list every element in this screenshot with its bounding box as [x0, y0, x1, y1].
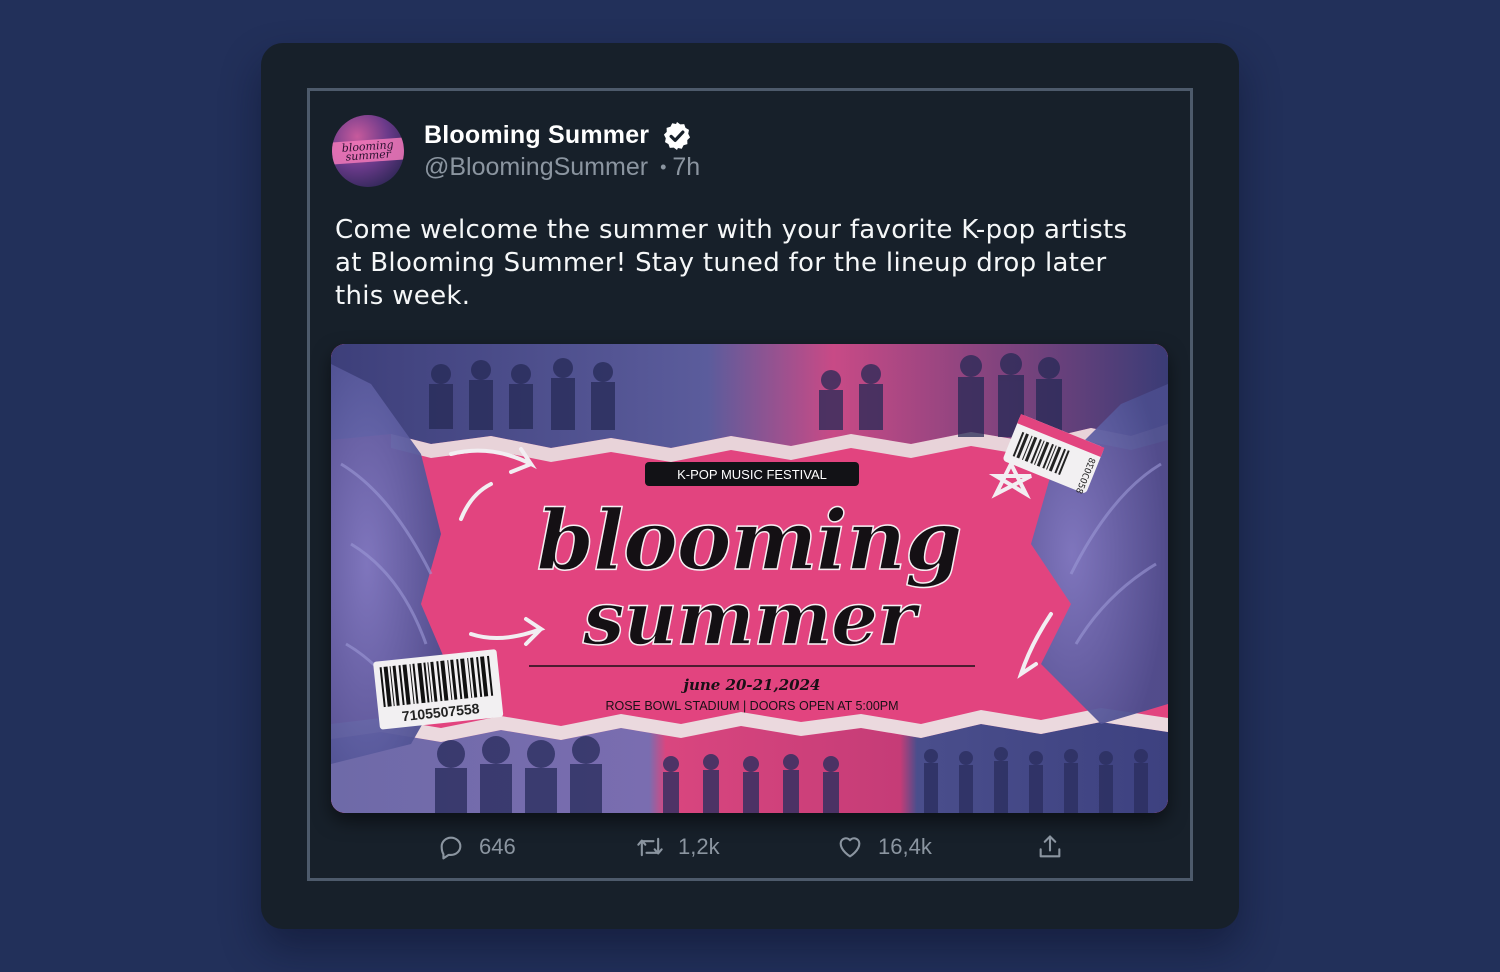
tweet-frame: blooming summer Blooming Summer @Bloomin…	[307, 88, 1193, 881]
tweet-actions: 646 1,2k 16,4k	[310, 829, 1190, 865]
verified-badge-icon	[664, 121, 691, 150]
avatar[interactable]: blooming summer	[332, 115, 404, 187]
separator-dot: •	[660, 156, 667, 177]
poster-title-line1: blooming	[537, 493, 962, 589]
tweet-image[interactable]: 8ΣOCO58 7105507558 K-POP MUSIC FESTIVAL …	[331, 344, 1168, 813]
barcode-sticker: 7105507558	[373, 649, 504, 730]
retweet-count: 1,2k	[678, 834, 720, 859]
poster-venue: ROSE BOWL STADIUM | DOORS OPEN AT 5:00PM	[605, 699, 898, 713]
handle-row: @BloomingSummer • 7h	[424, 153, 700, 182]
avatar-logo-text: blooming summer	[332, 137, 404, 165]
poster-title-line2: summer	[582, 576, 921, 662]
reply-button[interactable]: 646	[437, 829, 516, 865]
festival-poster: 8ΣOCO58 7105507558 K-POP MUSIC FESTIVAL …	[331, 344, 1168, 813]
festival-badge: K-POP MUSIC FESTIVAL	[645, 462, 859, 486]
share-button[interactable]	[1036, 829, 1064, 865]
handle[interactable]: @BloomingSummer	[424, 153, 648, 182]
tweet-card: blooming summer Blooming Summer @Bloomin…	[261, 43, 1239, 929]
like-count: 16,4k	[878, 834, 932, 859]
name-row: Blooming Summer	[424, 121, 700, 151]
reply-icon	[440, 836, 462, 860]
retweet-icon	[637, 837, 663, 857]
display-name[interactable]: Blooming Summer	[424, 121, 649, 150]
timestamp[interactable]: 7h	[672, 153, 700, 182]
retweet-button[interactable]: 1,2k	[636, 829, 720, 865]
like-icon	[839, 837, 861, 858]
author-block: Blooming Summer @BloomingSummer • 7h	[424, 121, 700, 182]
share-icon	[1039, 835, 1061, 858]
poster-date: june 20-21,2024	[681, 676, 821, 694]
festival-badge-text: K-POP MUSIC FESTIVAL	[677, 467, 827, 482]
tweet-header: blooming summer Blooming Summer @Bloomin…	[332, 115, 700, 187]
tweet-text: Come welcome the summer with your favori…	[335, 215, 1128, 311]
reply-count: 646	[479, 834, 516, 859]
like-button[interactable]: 16,4k	[836, 829, 932, 865]
